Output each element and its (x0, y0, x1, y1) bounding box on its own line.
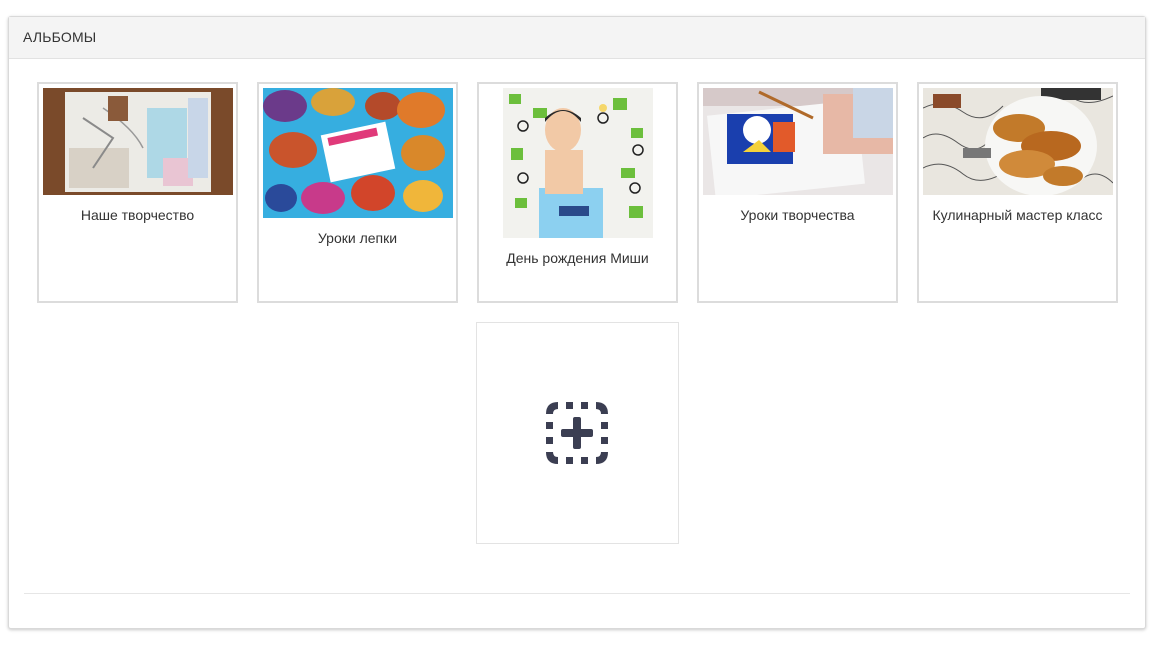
add-album-button[interactable] (476, 322, 679, 544)
album-card[interactable]: День рождения Миши (477, 82, 678, 303)
album-card[interactable]: Уроки творчества (697, 82, 898, 303)
album-card[interactable]: Наше творчество (37, 82, 238, 303)
panel-divider (24, 593, 1130, 594)
album-title: Кулинарный мастер класс (932, 207, 1103, 223)
add-album-icon (546, 402, 608, 464)
album-title: Уроки лепки (317, 230, 398, 246)
album-cover-image (703, 88, 893, 195)
album-card[interactable]: Кулинарный мастер класс (917, 82, 1118, 303)
album-cover-image (43, 88, 233, 195)
album-cover-image (263, 88, 453, 218)
album-title: Наше творчество (80, 207, 195, 223)
albums-panel: АЛЬБОМЫ Наше творчество Уроки лепки День… (8, 16, 1146, 629)
album-cover-image (923, 88, 1113, 195)
album-title: Уроки творчества (740, 207, 855, 223)
album-card[interactable]: Уроки лепки (257, 82, 458, 303)
album-title: День рождения Миши (506, 250, 649, 266)
album-cover-image (503, 88, 653, 238)
panel-title: АЛЬБОМЫ (9, 17, 1145, 59)
